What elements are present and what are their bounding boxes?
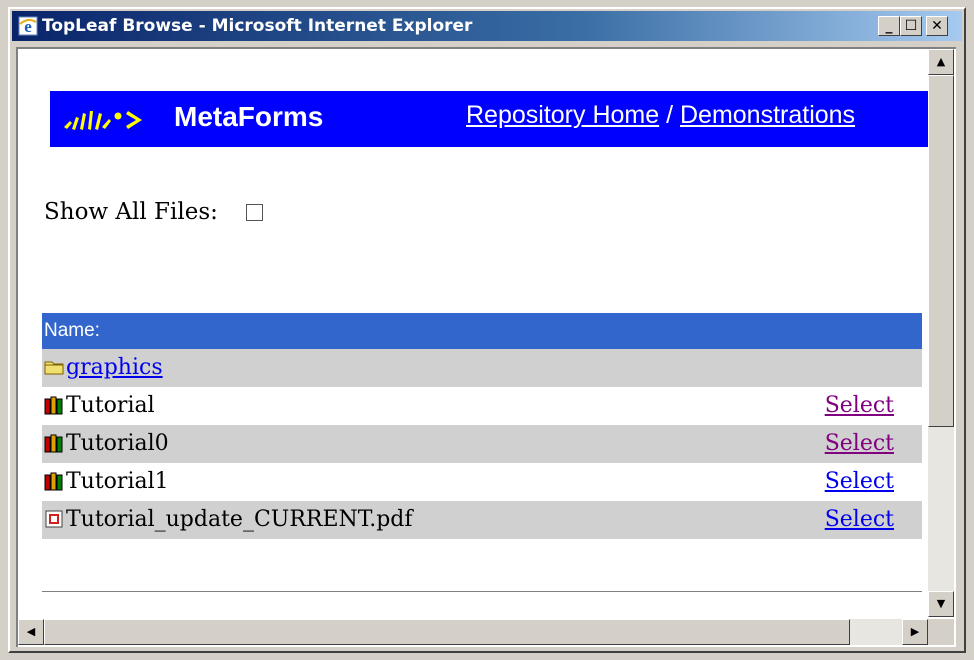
minimize-button[interactable]: _	[878, 16, 900, 36]
header-banner: MetaForms Repository Home / Demonstratio…	[50, 91, 928, 147]
file-name: Tutorial	[66, 393, 155, 418]
scroll-right-button[interactable]: ▶	[902, 619, 928, 645]
repository-home-link[interactable]: Repository Home	[466, 101, 659, 129]
file-name: Tutorial0	[66, 431, 169, 456]
table-row: Tutorial0 Select	[42, 425, 922, 463]
horizontal-scroll-thumb[interactable]	[44, 619, 850, 645]
browser-viewport: MetaForms Repository Home / Demonstratio…	[16, 47, 956, 647]
show-all-files-label: Show All Files:	[44, 199, 218, 225]
metaforms-logo-icon	[64, 111, 142, 130]
title-bar[interactable]: e TopLeaf Browse - Microsoft Internet Ex…	[12, 11, 962, 41]
table-header-name: Name:	[42, 313, 922, 349]
table-row: Tutorial_update_CURRENT.pdf Select	[42, 501, 922, 539]
scroll-up-button[interactable]: ▲	[928, 49, 954, 75]
scroll-left-button[interactable]: ◀	[18, 619, 44, 645]
breadcrumb-separator: /	[659, 101, 680, 129]
show-all-files-checkbox[interactable]	[246, 204, 263, 221]
table-row: graphics	[42, 349, 922, 387]
close-button[interactable]: ✕	[926, 16, 948, 36]
books-icon	[44, 396, 63, 415]
window-title: TopLeaf Browse - Microsoft Internet Expl…	[42, 16, 473, 36]
horizontal-scrollbar[interactable]: ◀ ▶	[18, 619, 928, 645]
scroll-down-button[interactable]: ▼	[928, 591, 954, 617]
browser-window: e TopLeaf Browse - Microsoft Internet Ex…	[8, 7, 966, 653]
pdf-icon	[45, 510, 63, 528]
horizontal-rule	[42, 591, 922, 593]
table-row: Tutorial Select	[42, 387, 922, 425]
books-icon	[44, 434, 63, 453]
vertical-scroll-thumb[interactable]	[928, 75, 954, 427]
brand-name: MetaForms	[174, 101, 324, 132]
ie-icon: e	[18, 16, 38, 36]
demonstrations-link[interactable]: Demonstrations	[680, 101, 855, 129]
vertical-scrollbar[interactable]: ▲ ▼	[928, 49, 954, 617]
select-link[interactable]: Select	[825, 425, 894, 463]
folder-icon	[44, 361, 64, 375]
books-icon	[44, 472, 63, 491]
select-link[interactable]: Select	[825, 387, 894, 425]
file-name: Tutorial1	[66, 469, 169, 494]
folder-link-graphics[interactable]: graphics	[66, 355, 163, 380]
select-link[interactable]: Select	[825, 501, 894, 539]
breadcrumb: Repository Home / Demonstrations	[466, 101, 855, 130]
table-row: Tutorial1 Select	[42, 463, 922, 501]
maximize-button[interactable]: ☐	[900, 16, 922, 36]
scrollbar-corner	[928, 619, 954, 645]
file-table: Name: graphics Tutorial Select Tutorial0…	[42, 313, 922, 539]
file-name: Tutorial_update_CURRENT.pdf	[66, 507, 413, 532]
page-content: MetaForms Repository Home / Demonstratio…	[18, 49, 928, 617]
select-link[interactable]: Select	[825, 463, 894, 501]
